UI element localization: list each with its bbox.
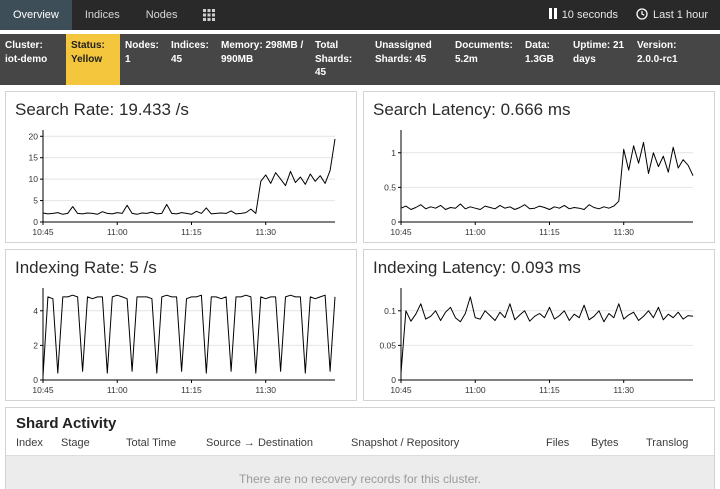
shard-col-4: Snapshot / Repository (351, 437, 546, 449)
cluster-stat-6: Unassigned Shards: 45 (370, 34, 450, 85)
pause-icon[interactable] (549, 8, 557, 22)
svg-text:10:45: 10:45 (390, 227, 412, 237)
cluster-stat-8: Data: 1.3GB (520, 34, 568, 85)
shard-activity-header: IndexStageTotal TimeSource → Destination… (6, 437, 714, 455)
cluster-stat-5: Total Shards: 45 (310, 34, 370, 85)
search-latency-chart: 0 0.5 1 10:45 11:00 11:15 11:30 (373, 124, 701, 238)
indexing-rate-panel: Indexing Rate: 5 /s 0 2 4 10:45 11:00 11:15 11… (5, 249, 357, 401)
svg-text:0: 0 (33, 375, 38, 385)
svg-text:11:00: 11:00 (107, 227, 128, 237)
shard-activity-panel: Shard Activity IndexStageTotal TimeSourc… (5, 407, 715, 489)
svg-text:11:15: 11:15 (181, 385, 202, 395)
svg-text:10:45: 10:45 (32, 385, 54, 395)
shard-col-7: Translog (646, 437, 704, 449)
cluster-stat-4: Memory: 298MB / 990MB (216, 34, 310, 85)
nav-right-controls: 10 seconds Last 1 hour (537, 0, 720, 30)
svg-text:11:30: 11:30 (255, 385, 276, 395)
svg-text:10:45: 10:45 (32, 227, 54, 237)
apps-grid-icon[interactable] (191, 0, 227, 30)
svg-text:11:30: 11:30 (613, 227, 634, 237)
page: { "nav": { "tabs": [ {"label": "Overview… (0, 0, 720, 489)
shard-col-1: Stage (61, 437, 126, 449)
clock-icon (636, 8, 648, 23)
tab-indices[interactable]: Indices (72, 0, 133, 30)
search-rate-panel: Search Rate: 19.433 /s 0 5 10 15 20 10:45 11:0… (5, 91, 357, 243)
svg-text:15: 15 (29, 152, 39, 162)
svg-text:10: 10 (29, 174, 39, 184)
svg-text:0.05: 0.05 (379, 340, 396, 350)
nav-spacer (227, 0, 537, 30)
cluster-stat-10: Version: 2.0.0-rc1 (632, 34, 704, 85)
svg-text:0: 0 (33, 217, 38, 227)
shard-col-2: Total Time (126, 437, 206, 449)
svg-text:4: 4 (33, 305, 38, 315)
shard-col-3: Source → Destination (206, 437, 351, 449)
svg-text:0: 0 (391, 375, 396, 385)
svg-text:5: 5 (33, 195, 38, 205)
svg-text:10:45: 10:45 (390, 385, 412, 395)
search-latency-title: Search Latency: 0.666 ms (373, 100, 705, 120)
shard-col-0: Index (16, 437, 61, 449)
time-range-control[interactable]: Last 1 hour (624, 8, 708, 23)
svg-text:11:30: 11:30 (613, 385, 634, 395)
tab-overview[interactable]: Overview (0, 0, 72, 30)
svg-text:11:30: 11:30 (255, 227, 276, 237)
svg-text:0: 0 (391, 217, 396, 227)
svg-text:11:15: 11:15 (539, 385, 560, 395)
cluster-stat-3: Indices: 45 (166, 34, 216, 85)
search-latency-panel: Search Latency: 0.666 ms 0 0.5 1 10:45 11:00… (363, 91, 715, 243)
refresh-interval-control[interactable]: 10 seconds (537, 8, 618, 22)
svg-text:0.1: 0.1 (384, 305, 396, 315)
svg-text:11:15: 11:15 (181, 227, 202, 237)
svg-text:11:00: 11:00 (465, 227, 486, 237)
time-range-label: Last 1 hour (653, 9, 708, 21)
indexing-latency-chart: 0 0.05 0.1 10:45 11:00 11:15 11:30 (373, 282, 701, 396)
charts-grid: Search Rate: 19.433 /s 0510152010:4511:0… (5, 91, 715, 401)
shard-activity-empty-message: There are no recovery records for this c… (6, 455, 714, 489)
cluster-stat-0: Cluster: iot-demo (0, 34, 66, 85)
svg-text:11:00: 11:00 (107, 385, 128, 395)
refresh-interval-label: 10 seconds (562, 9, 618, 21)
shard-activity-title: Shard Activity (6, 408, 714, 437)
svg-text:11:00: 11:00 (465, 385, 486, 395)
svg-text:1: 1 (391, 147, 396, 157)
cluster-status-bar: Cluster: iot-demoStatus: YellowNodes: 1I… (0, 34, 720, 85)
top-nav: Overview Indices Nodes 10 seconds Last 1… (0, 0, 720, 30)
svg-text:0.5: 0.5 (384, 182, 396, 192)
tab-nodes[interactable]: Nodes (133, 0, 191, 30)
search-rate-chart: 0 5 10 15 20 10:45 11:00 11:15 11:30 (15, 124, 343, 238)
cluster-stat-7: Documents: 5.2m (450, 34, 520, 85)
indexing-rate-title: Indexing Rate: 5 /s (15, 258, 347, 278)
shard-col-6: Bytes (591, 437, 646, 449)
indexing-rate-chart: 0 2 4 10:45 11:00 11:15 11:30 (15, 282, 343, 396)
indexing-latency-panel: Indexing Latency: 0.093 ms 0 0.05 0.1 10:45… (363, 249, 715, 401)
cluster-stat-2: Nodes: 1 (120, 34, 166, 85)
svg-text:11:15: 11:15 (539, 227, 560, 237)
indexing-latency-title: Indexing Latency: 0.093 ms (373, 258, 705, 278)
shard-col-5: Files (546, 437, 591, 449)
svg-text:20: 20 (29, 131, 39, 141)
svg-text:2: 2 (33, 340, 38, 350)
cluster-stat-9: Uptime: 21 days (568, 34, 632, 85)
search-rate-title: Search Rate: 19.433 /s (15, 100, 347, 120)
cluster-stat-1: Status: Yellow (66, 34, 120, 85)
